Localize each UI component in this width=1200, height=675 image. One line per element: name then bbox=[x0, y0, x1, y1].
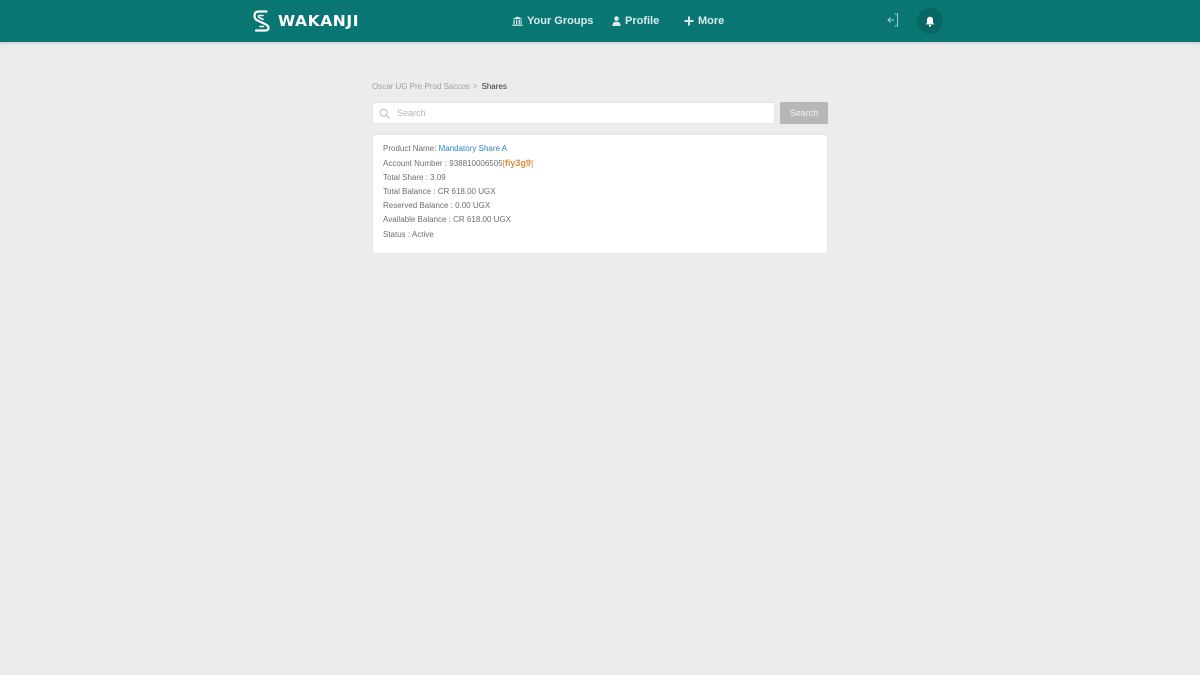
logout-icon bbox=[887, 13, 898, 27]
bank-icon bbox=[512, 16, 523, 26]
product-name-label: Product Name: bbox=[383, 144, 437, 153]
available-balance-row: Available Balance : CR 618.00 UGX bbox=[383, 215, 511, 225]
total-share-label: Total Share : bbox=[383, 173, 428, 182]
notifications-button[interactable] bbox=[917, 8, 943, 34]
available-balance-value: CR 618.00 UGX bbox=[453, 215, 511, 224]
nav-your-groups-label: Your Groups bbox=[527, 15, 594, 27]
product-name-link[interactable]: Mandatory Share A bbox=[439, 144, 507, 153]
nav-more-label: More bbox=[698, 15, 725, 27]
breadcrumb-current: Shares bbox=[481, 82, 507, 91]
reserved-balance-row: Reserved Balance : 0.00 UGX bbox=[383, 201, 490, 211]
search-input[interactable] bbox=[395, 103, 767, 123]
status-value: Active bbox=[411, 230, 434, 239]
account-number-row: Account Number : 938810006505[fiy3g9] bbox=[383, 158, 533, 169]
total-balance-value: CR 618.00 UGX bbox=[437, 187, 496, 196]
search-button[interactable]: Search bbox=[780, 102, 828, 124]
search-field-wrapper bbox=[372, 102, 775, 124]
account-code: fiy3g9 bbox=[504, 158, 531, 168]
share-account-card[interactable]: Product Name: Mandatory Share A Account … bbox=[372, 134, 828, 254]
account-number-label: Account Number : bbox=[383, 159, 448, 168]
breadcrumb-separator: > bbox=[472, 82, 478, 91]
total-share-value: 3.09 bbox=[430, 173, 446, 182]
status-row: Status : Active bbox=[383, 230, 434, 240]
nav-profile[interactable]: Profile bbox=[612, 0, 659, 42]
plus-icon bbox=[684, 16, 694, 26]
breadcrumb-parent-link[interactable]: Oscar UG Pre Prod Saccos bbox=[372, 82, 470, 91]
brand-name: WAKANJI bbox=[278, 12, 360, 30]
product-name-row: Product Name: Mandatory Share A bbox=[383, 144, 507, 154]
status-label: Status : bbox=[383, 230, 411, 239]
breadcrumb: Oscar UG Pre Prod Saccos > Shares bbox=[372, 82, 507, 91]
brand-logo[interactable]: WAKANJI bbox=[252, 9, 359, 33]
top-navbar: WAKANJI Your Groups Profile More bbox=[0, 0, 1200, 42]
reserved-balance-value: 0.00 UGX bbox=[455, 201, 491, 210]
nav-your-groups[interactable]: Your Groups bbox=[512, 0, 593, 42]
total-balance-label: Total Balance : bbox=[383, 187, 436, 196]
total-share-row: Total Share : 3.09 bbox=[383, 173, 446, 183]
nav-more[interactable]: More bbox=[684, 0, 724, 42]
account-number-value: 938810006505 bbox=[449, 159, 503, 168]
search-icon bbox=[379, 108, 390, 119]
bell-icon bbox=[925, 16, 935, 27]
reserved-balance-label: Reserved Balance : bbox=[383, 201, 453, 210]
available-balance-label: Available Balance : bbox=[383, 215, 451, 224]
nav-profile-label: Profile bbox=[625, 15, 660, 27]
logout-button[interactable] bbox=[886, 12, 900, 28]
account-code-close-bracket: ] bbox=[530, 159, 534, 168]
user-icon bbox=[612, 16, 621, 26]
wakanji-logo-icon bbox=[253, 10, 270, 32]
total-balance-row: Total Balance : CR 618.00 UGX bbox=[383, 187, 496, 197]
